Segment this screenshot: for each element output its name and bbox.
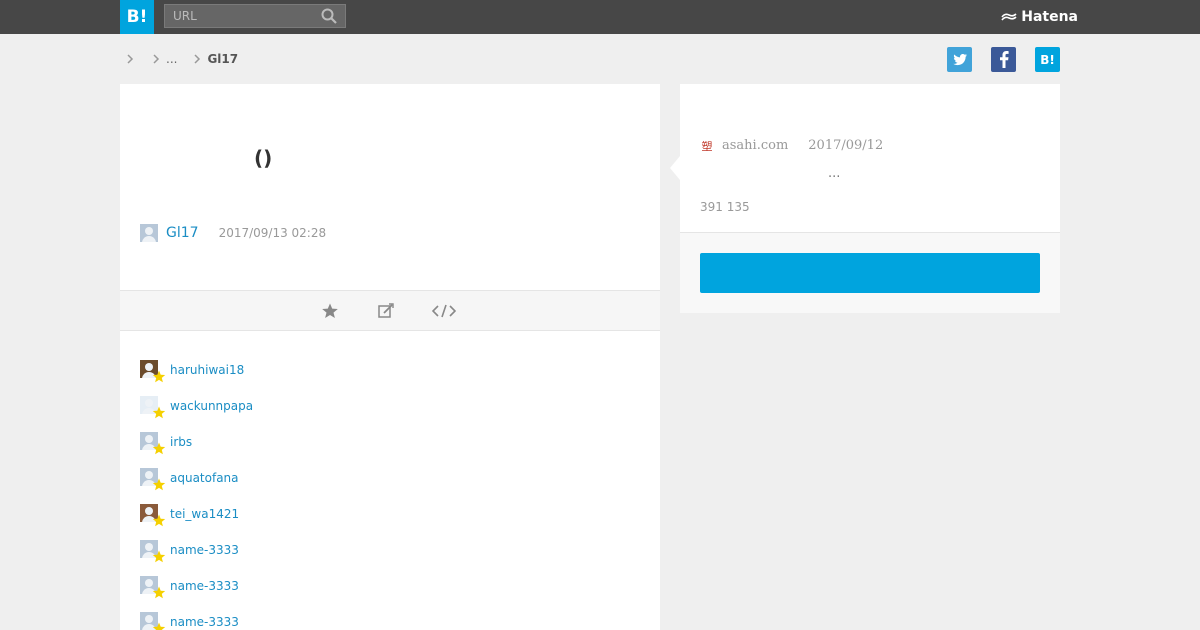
breadcrumb-ellipsis[interactable]: ... (166, 52, 177, 66)
star-icon (152, 406, 166, 419)
brand-name: Hatena (1021, 9, 1078, 25)
source-site-link[interactable]: asahi.com (722, 138, 788, 153)
entry-title[interactable]: () (254, 146, 272, 170)
breadcrumb: ... Gl17 (120, 50, 238, 68)
bookmark-counts[interactable]: 391 135 (700, 200, 750, 214)
chevron-right-icon[interactable] (124, 53, 136, 65)
star-user-link[interactable]: aquatofana (170, 471, 239, 485)
list-item: name-3333 (140, 604, 253, 630)
site-favicon-icon: 塑 (701, 139, 713, 153)
source-snippet: ... (828, 166, 841, 181)
source-row: 塑 asahi.com 2017/09/12 (700, 138, 884, 153)
bookmark-entry-button[interactable] (700, 253, 1040, 293)
entry-meta: Gl17 2017/09/13 02:28 (140, 224, 326, 242)
facebook-share-button[interactable] (991, 47, 1016, 72)
star-user-link[interactable]: name-3333 (170, 543, 239, 557)
star-icon (152, 514, 166, 527)
star-user-link[interactable]: tei_wa1421 (170, 507, 239, 521)
entry-user-link[interactable]: Gl17 (166, 225, 199, 241)
entry-card: () Gl17 2017/09/13 02:28 haruhiwai18 wac… (120, 84, 660, 630)
star-avatar (140, 432, 166, 455)
entry-action-bar (120, 290, 660, 331)
hatena-brand[interactable]: Hatena (1001, 8, 1078, 26)
star-icon[interactable] (321, 303, 339, 319)
star-icon (152, 442, 166, 455)
top-bar: B! Hatena (0, 0, 1200, 34)
embed-code-icon[interactable] (432, 303, 456, 319)
chevron-right-icon (194, 54, 201, 64)
star-icon (152, 586, 166, 599)
list-item: tei_wa1421 (140, 496, 253, 532)
star-user-link[interactable]: name-3333 (170, 615, 239, 629)
star-avatar (140, 360, 166, 383)
list-item: haruhiwai18 (140, 352, 253, 388)
search-icon[interactable] (321, 8, 337, 24)
list-item: irbs (140, 424, 253, 460)
star-avatar (140, 612, 166, 630)
search-input[interactable] (165, 5, 315, 27)
star-user-link[interactable]: wackunnpapa (170, 399, 253, 413)
star-icon (152, 370, 166, 383)
edit-icon[interactable] (377, 303, 395, 319)
twitter-share-button[interactable] (947, 47, 972, 72)
hatena-bookmark-share-button[interactable]: B! (1035, 47, 1060, 72)
star-icon (152, 622, 166, 630)
star-icon (152, 478, 166, 491)
star-user-link[interactable]: name-3333 (170, 579, 239, 593)
star-user-link[interactable]: haruhiwai18 (170, 363, 244, 377)
star-avatar (140, 540, 166, 563)
card-pointer (670, 156, 680, 180)
twitter-icon (952, 53, 967, 65)
star-avatar (140, 396, 166, 419)
list-item: aquatofana (140, 460, 253, 496)
breadcrumb-current: Gl17 (207, 52, 239, 66)
list-item: wackunnpapa (140, 388, 253, 424)
star-icon (152, 550, 166, 563)
source-card: 塑 asahi.com 2017/09/12 ... 391 135 (670, 84, 1060, 313)
avatar[interactable] (140, 224, 158, 242)
chevron-right-icon (153, 54, 160, 64)
list-item: name-3333 (140, 568, 253, 604)
star-avatar (140, 504, 166, 527)
star-list: haruhiwai18 wackunnpapa irbs aquatofana (140, 352, 253, 630)
star-user-link[interactable]: irbs (170, 435, 192, 449)
entry-date: 2017/09/13 02:28 (218, 226, 327, 240)
hatena-bookmark-logo[interactable]: B! (120, 0, 154, 34)
search-box (164, 4, 346, 28)
source-date: 2017/09/12 (808, 138, 884, 153)
star-avatar (140, 576, 166, 599)
star-avatar (140, 468, 166, 491)
list-item: name-3333 (140, 532, 253, 568)
hatena-logo-icon (1001, 13, 1017, 21)
facebook-icon (999, 51, 1009, 68)
